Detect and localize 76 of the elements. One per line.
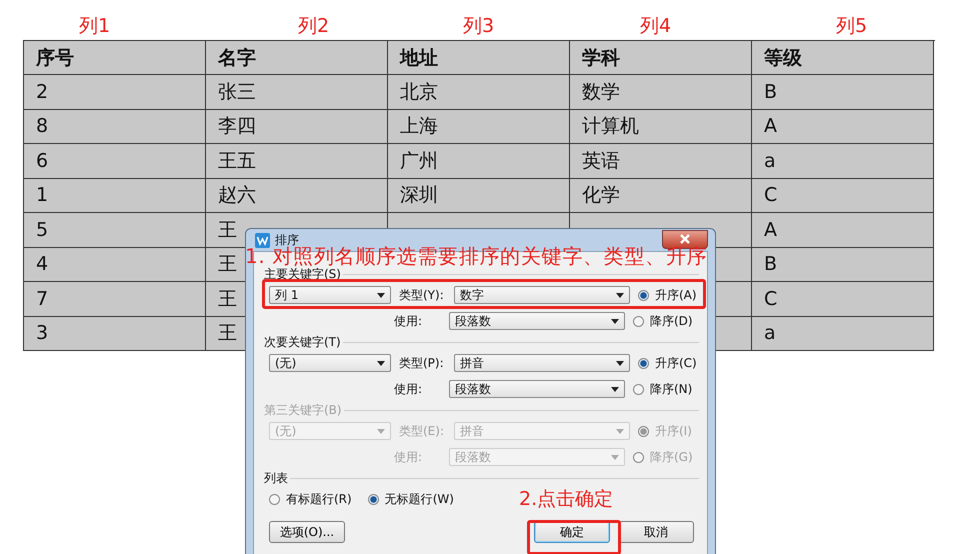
column-header: 等级 — [752, 41, 934, 75]
caret-icon — [616, 428, 624, 434]
use-dropdown[interactable]: 段落数 — [449, 312, 625, 330]
section-label: 第三关键字(B) — [264, 402, 342, 418]
table-cell: 2 — [24, 75, 206, 110]
table-cell: 上海 — [388, 110, 570, 144]
column-header: 学科 — [570, 41, 752, 75]
caret-icon — [377, 360, 385, 366]
section-label: 列表 — [264, 470, 288, 486]
dialog-button[interactable]: 取消 — [618, 521, 694, 543]
ascending-radio[interactable]: 升序(C) — [638, 354, 697, 372]
table-cell: 广州 — [388, 144, 570, 178]
use-label: 使用: — [394, 380, 424, 398]
caret-icon — [611, 386, 619, 392]
table-cell: 张三 — [206, 75, 388, 110]
table-cell: 3 — [24, 316, 206, 351]
type-label: 类型(Y): — [399, 286, 445, 304]
table-cell: 计算机 — [570, 110, 752, 144]
dialog-button[interactable]: 选项(O)... — [269, 521, 345, 543]
section-label: 次要关键字(T) — [264, 334, 341, 350]
section-label: 主要关键字(S) — [264, 266, 341, 282]
caret-icon — [616, 292, 624, 298]
descending-radio[interactable]: 降序(N) — [633, 380, 692, 398]
key-dropdown[interactable]: (无) — [269, 354, 391, 372]
table-cell: 王五 — [206, 144, 388, 178]
caret-icon — [377, 292, 385, 298]
use-dropdown[interactable]: 段落数 — [449, 380, 625, 398]
column-header: 名字 — [206, 41, 388, 75]
table-cell: 8 — [24, 110, 206, 144]
caret-icon — [616, 360, 624, 366]
table-cell: 北京 — [388, 75, 570, 110]
type-label: 类型(P): — [399, 354, 445, 372]
table-cell: a — [752, 144, 934, 178]
caret-icon — [611, 454, 619, 460]
table-cell: 数学 — [570, 75, 752, 110]
column-label: 列3 — [463, 14, 494, 39]
use-label: 使用: — [394, 312, 424, 330]
table-cell: 5 — [24, 213, 206, 248]
use-label: 使用: — [394, 448, 424, 466]
table-cell: C — [752, 282, 934, 316]
column-label: 列2 — [298, 14, 330, 39]
annotation-text: 2.点击确定 — [519, 487, 614, 512]
type-dropdown[interactable]: 拼音 — [454, 354, 630, 372]
column-label: 列4 — [640, 14, 672, 39]
close-icon — [679, 234, 691, 244]
ascending-radio[interactable]: 升序(A) — [638, 286, 697, 304]
table-cell: B — [752, 248, 934, 282]
caret-icon — [377, 428, 385, 434]
table-cell: 6 — [24, 144, 206, 178]
column-label: 列1 — [79, 14, 110, 39]
type-dropdown[interactable]: 数字 — [454, 286, 630, 304]
header-row-radio[interactable]: 无标题行(W) — [368, 490, 454, 508]
caret-icon — [611, 318, 619, 324]
table-cell: 7 — [24, 282, 206, 316]
table-cell: 1 — [24, 178, 206, 213]
app-logo-icon — [255, 232, 270, 248]
table-cell: a — [752, 316, 934, 351]
header-row-radio[interactable]: 有标题行(R) — [269, 490, 352, 508]
table-cell: 李四 — [206, 110, 388, 144]
table-cell: 化学 — [570, 178, 752, 213]
table-cell: 英语 — [570, 144, 752, 178]
table-cell: B — [752, 75, 934, 110]
dialog-button[interactable]: 确定 — [534, 521, 610, 543]
column-header: 序号 — [24, 41, 206, 75]
dialog-title: 排序 — [275, 232, 299, 246]
descending-radio[interactable]: 降序(D) — [633, 312, 693, 330]
column-header: 地址 — [388, 41, 570, 75]
table-cell: 深圳 — [388, 178, 570, 213]
type-label: 类型(E): — [399, 422, 445, 440]
table-cell: C — [752, 178, 934, 213]
table-cell: A — [752, 213, 934, 248]
column-label: 列5 — [836, 14, 868, 39]
table-cell: 赵六 — [206, 178, 388, 213]
table-cell: 4 — [24, 248, 206, 282]
key-dropdown[interactable]: 列 1 — [269, 286, 391, 304]
table-cell: A — [752, 110, 934, 144]
